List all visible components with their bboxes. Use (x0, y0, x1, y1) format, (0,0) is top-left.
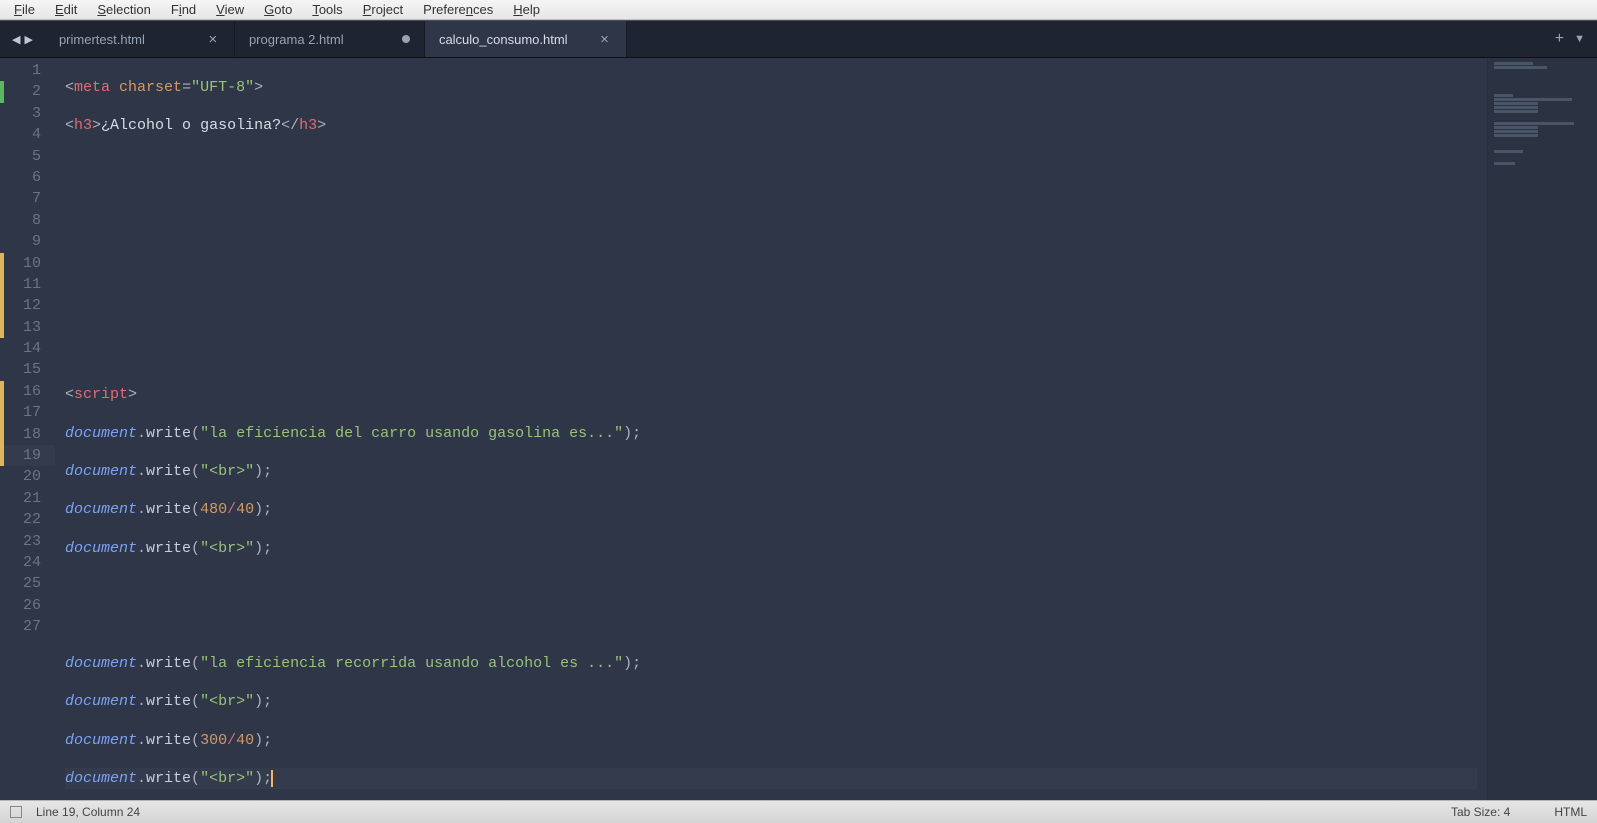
line-number[interactable]: 14 (0, 338, 55, 359)
line-number[interactable]: 11 (0, 274, 55, 295)
line-number[interactable]: 25 (0, 573, 55, 594)
menu-selection[interactable]: Selection (87, 0, 160, 19)
close-icon[interactable]: × (598, 32, 612, 46)
menu-preferences[interactable]: Preferences (413, 0, 503, 19)
tab-actions: + ▼ (1543, 21, 1597, 57)
menubar: File Edit Selection Find View Goto Tools… (0, 0, 1597, 20)
line-number[interactable]: 6 (0, 167, 55, 188)
line-number[interactable]: 22 (0, 509, 55, 530)
line-number[interactable]: 8 (0, 210, 55, 231)
line-number[interactable]: 3 (0, 103, 55, 124)
menu-goto[interactable]: Goto (254, 0, 302, 19)
cursor-position[interactable]: Line 19, Column 24 (36, 805, 140, 819)
dirty-indicator-icon[interactable] (402, 35, 410, 43)
tab-calculo-consumo[interactable]: calculo_consumo.html × (425, 21, 627, 57)
line-number[interactable]: 18 (0, 424, 55, 445)
tab-dropdown-icon[interactable]: ▼ (1574, 33, 1585, 45)
new-tab-icon[interactable]: + (1555, 30, 1564, 48)
line-number[interactable]: 17 (0, 402, 55, 423)
line-number[interactable]: 21 (0, 488, 55, 509)
tab-label: programa 2.html (249, 32, 344, 47)
line-number[interactable]: 9 (0, 231, 55, 252)
nav-forward-icon[interactable]: ▶ (24, 33, 32, 46)
editor: 1234567891011121314151617181920212223242… (0, 58, 1597, 800)
line-number[interactable]: 16 (0, 381, 55, 402)
tabbar: ◀ ▶ primertest.html × programa 2.html ca… (0, 20, 1597, 58)
tab-programa2[interactable]: programa 2.html (235, 21, 425, 57)
line-number[interactable]: 2 (0, 81, 55, 102)
line-number[interactable]: 27 (0, 616, 55, 637)
tab-label: calculo_consumo.html (439, 32, 568, 47)
menu-edit[interactable]: Edit (45, 0, 87, 19)
nav-back-icon[interactable]: ◀ (12, 33, 20, 46)
syntax-selector[interactable]: HTML (1554, 805, 1587, 819)
line-number[interactable]: 20 (0, 466, 55, 487)
line-number[interactable]: 7 (0, 188, 55, 209)
minimap[interactable] (1487, 58, 1597, 800)
tab-history-nav: ◀ ▶ (0, 21, 45, 57)
line-number[interactable]: 19 (0, 445, 55, 466)
line-number[interactable]: 13 (0, 317, 55, 338)
text-cursor (271, 770, 273, 787)
line-number[interactable]: 4 (0, 124, 55, 145)
menu-help[interactable]: Help (503, 0, 550, 19)
menu-tools[interactable]: Tools (302, 0, 352, 19)
tab-label: primertest.html (59, 32, 145, 47)
line-number[interactable]: 1 (0, 60, 55, 81)
close-icon[interactable]: × (206, 32, 220, 46)
line-number[interactable]: 26 (0, 595, 55, 616)
code-area[interactable]: <meta charset="UFT-8"> <h3>¿Alcohol o ga… (55, 58, 1487, 800)
line-number[interactable]: 24 (0, 552, 55, 573)
line-number[interactable]: 12 (0, 295, 55, 316)
menu-view[interactable]: View (206, 0, 254, 19)
tab-size-selector[interactable]: Tab Size: 4 (1451, 805, 1510, 819)
line-number[interactable]: 23 (0, 531, 55, 552)
statusbar: Line 19, Column 24 Tab Size: 4 HTML (0, 800, 1597, 823)
line-number[interactable]: 10 (0, 253, 55, 274)
tab-primertest[interactable]: primertest.html × (45, 21, 235, 57)
panel-toggle-icon[interactable] (10, 806, 22, 818)
line-number[interactable]: 5 (0, 146, 55, 167)
menu-project[interactable]: Project (353, 0, 413, 19)
menu-find[interactable]: Find (161, 0, 206, 19)
line-number-gutter[interactable]: 1234567891011121314151617181920212223242… (0, 58, 55, 800)
line-number[interactable]: 15 (0, 359, 55, 380)
menu-file[interactable]: File (4, 0, 45, 19)
